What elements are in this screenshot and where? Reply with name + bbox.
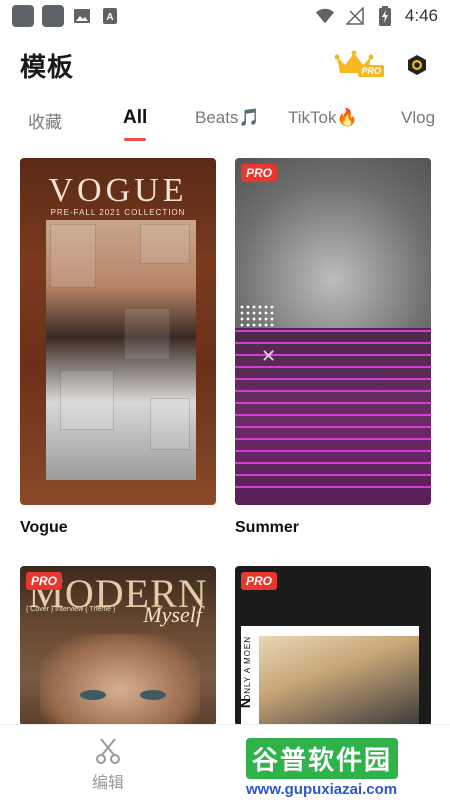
template-card[interactable]: MODERN Myself { Cover } Interview { Them… bbox=[20, 566, 216, 726]
tab-favorites[interactable]: 收藏 bbox=[28, 108, 62, 133]
template-thumb-script: Myself bbox=[143, 602, 202, 627]
close-x-decoration: ✕ bbox=[261, 346, 277, 366]
template-thumbnail[interactable]: MODERN Myself { Cover } Interview { Them… bbox=[20, 566, 216, 726]
wifi-icon bbox=[315, 7, 335, 25]
app-header: 模板 PRO bbox=[0, 40, 450, 90]
template-thumb-vertical-text: ONLY A MOEN bbox=[243, 636, 252, 701]
app-icon bbox=[42, 5, 64, 27]
no-signal-icon bbox=[345, 7, 365, 25]
template-thumbnail[interactable]: PRO ONLY A MOEN N bbox=[235, 566, 431, 726]
dot-pattern-decoration bbox=[239, 304, 275, 328]
nav-label: 编辑 bbox=[92, 775, 125, 792]
watermark-title: 谷普软件园 bbox=[246, 738, 399, 779]
pro-badge: PRO bbox=[241, 572, 278, 590]
status-time: 4:46 bbox=[404, 6, 438, 25]
tab-vlog[interactable]: Vlog bbox=[401, 108, 435, 128]
pro-tag: PRO bbox=[358, 65, 384, 77]
image-icon bbox=[72, 7, 92, 25]
template-thumbnail[interactable]: PRO ✕ bbox=[235, 158, 431, 505]
template-card[interactable]: PRO ONLY A MOEN N bbox=[235, 566, 431, 726]
pro-badge: PRO bbox=[26, 572, 63, 590]
template-thumb-title: VOGUE bbox=[48, 172, 188, 209]
tab-beats[interactable]: Beats🎵 bbox=[195, 108, 260, 128]
pro-button[interactable]: PRO bbox=[334, 49, 384, 81]
template-card[interactable]: PRO ✕ Summer bbox=[235, 158, 431, 537]
template-thumb-subtitle: PRE-FALL 2021 COLLECTION bbox=[50, 208, 186, 217]
template-photo bbox=[40, 634, 200, 726]
svg-text:A: A bbox=[106, 12, 113, 23]
template-photo bbox=[259, 636, 419, 726]
tab-tiktok[interactable]: TikTok🔥 bbox=[288, 108, 358, 128]
active-tab-indicator bbox=[124, 138, 146, 141]
template-thumb-letter: N bbox=[237, 698, 253, 709]
status-bar: A 4:46 bbox=[0, 0, 450, 32]
settings-icon bbox=[408, 55, 426, 75]
template-name: Summer bbox=[235, 519, 300, 536]
tab-all[interactable]: All bbox=[123, 107, 147, 129]
settings-button[interactable] bbox=[404, 52, 430, 78]
app-icon bbox=[12, 5, 34, 27]
battery-charging-icon bbox=[375, 6, 395, 26]
nav-item-edit[interactable]: 编辑 bbox=[92, 735, 124, 793]
template-thumb-meta: { Cover } Interview { Theme } bbox=[26, 606, 116, 613]
scissors-icon bbox=[96, 738, 120, 764]
pro-badge: PRO bbox=[241, 164, 278, 182]
page-title: 模板 bbox=[20, 51, 75, 82]
template-name: Vogue bbox=[20, 519, 68, 536]
watermark-logo: 谷普软件园 www.gupuxiazai.com bbox=[246, 738, 448, 798]
template-card[interactable]: VOGUE PRE-FALL 2021 COLLECTION Vogue bbox=[20, 158, 216, 537]
watermark-url: www.gupuxiazai.com bbox=[246, 781, 398, 798]
category-tabs: 收藏 All Beats🎵 TikTok🔥 Vlog bbox=[0, 100, 450, 144]
template-thumbnail[interactable]: VOGUE PRE-FALL 2021 COLLECTION bbox=[20, 158, 216, 505]
font-icon: A bbox=[100, 7, 120, 25]
